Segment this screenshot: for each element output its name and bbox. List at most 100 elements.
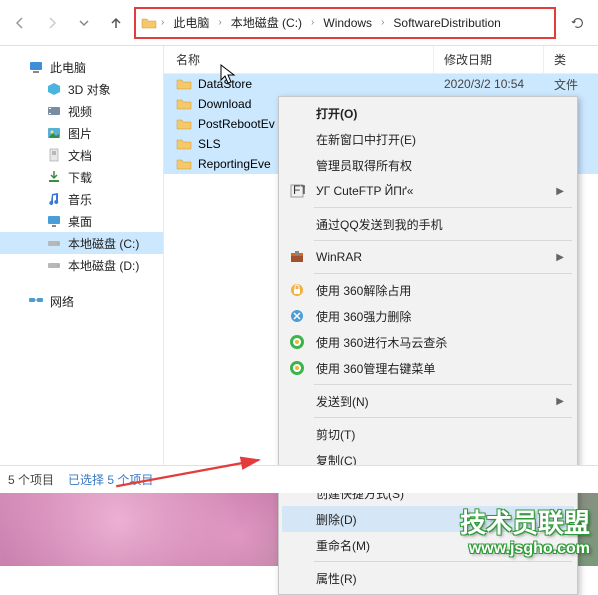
submenu-arrow-icon: ▶ (556, 252, 564, 263)
watermark-url: www.jsgho.com (460, 540, 590, 558)
nav-history-button[interactable] (70, 9, 98, 37)
sidebar-item-pictures[interactable]: 图片 (0, 122, 163, 144)
breadcrumb-segment[interactable]: 本地磁盘 (C:) (225, 12, 308, 33)
status-bar: 5 个项目 已选择 5 个项目 (0, 465, 598, 493)
folder-icon (176, 156, 192, 172)
file-name: Download (198, 97, 251, 111)
menu-item-send-to[interactable]: 发送到(N)▶ (282, 388, 574, 414)
cuteftp-icon: FTP (288, 182, 306, 200)
sidebar-item-label: 桌面 (68, 213, 92, 230)
column-header-date[interactable]: 修改日期 (434, 46, 544, 73)
status-selected-count: 已选择 5 个项目 (68, 471, 153, 488)
menu-item-360-unlock[interactable]: 使用 360解除占用 (282, 277, 574, 303)
menu-item-label: УГ CuteFTP ЙПґ« (316, 184, 413, 198)
picture-icon (46, 125, 62, 141)
menu-item-properties[interactable]: 属性(R) (282, 565, 574, 591)
menu-item-360-trojan-scan[interactable]: 使用 360进行木马云查杀 (282, 329, 574, 355)
breadcrumb-segment[interactable]: SoftwareDistribution (387, 14, 506, 32)
column-header-name[interactable]: 名称 (164, 46, 434, 73)
menu-item-label: 删除(D) (316, 511, 357, 528)
folder-icon (176, 96, 192, 112)
menu-separator (314, 384, 572, 385)
network-icon (28, 293, 44, 309)
sidebar-item-videos[interactable]: 视频 (0, 100, 163, 122)
toolbar: › 此电脑 › 本地磁盘 (C:) › Windows › SoftwareDi… (0, 0, 598, 46)
chevron-right-icon: › (380, 17, 385, 28)
3d-icon (46, 81, 62, 97)
nav-sidebar: 此电脑 3D 对象 视频 图片 文档 下载 音乐 桌面 本地磁盘 (C:) 本地… (0, 46, 164, 476)
menu-item-360-context-manage[interactable]: 使用 360管理右键菜单 (282, 355, 574, 381)
watermark: 技术员联盟 www.jsgho.com (460, 503, 590, 558)
menu-separator (314, 240, 572, 241)
menu-item-label: 重命名(M) (316, 537, 370, 554)
column-header-type[interactable]: 类 (544, 46, 598, 73)
nav-forward-button[interactable] (38, 9, 66, 37)
menu-item-open[interactable]: 打开(O) (282, 100, 574, 126)
sidebar-item-3d-objects[interactable]: 3D 对象 (0, 78, 163, 100)
sidebar-item-label: 音乐 (68, 191, 92, 208)
disk-icon (46, 257, 62, 273)
folder-icon (176, 136, 192, 152)
sidebar-item-label: 本地磁盘 (C:) (68, 235, 139, 252)
menu-separator (314, 561, 572, 562)
chevron-right-icon: › (217, 17, 222, 28)
file-type: 文件 (544, 76, 598, 93)
sidebar-item-label: 下载 (68, 169, 92, 186)
menu-item-qq-send[interactable]: 通过QQ发送到我的手机 (282, 211, 574, 237)
360-delete-icon (288, 307, 306, 325)
menu-item-360-force-delete[interactable]: 使用 360强力删除 (282, 303, 574, 329)
menu-item-label: 发送到(N) (316, 393, 369, 410)
sidebar-item-downloads[interactable]: 下载 (0, 166, 163, 188)
menu-item-label: 打开(O) (316, 105, 357, 122)
sidebar-item-label: 视频 (68, 103, 92, 120)
document-icon (46, 147, 62, 163)
pc-icon (28, 59, 44, 75)
breadcrumb-segment[interactable]: Windows (317, 14, 378, 32)
sidebar-item-desktop[interactable]: 桌面 (0, 210, 163, 232)
menu-item-winrar[interactable]: WinRAR▶ (282, 244, 574, 270)
360-shield-icon (288, 333, 306, 351)
submenu-arrow-icon: ▶ (556, 186, 564, 197)
sidebar-item-documents[interactable]: 文档 (0, 144, 163, 166)
sidebar-item-label: 本地磁盘 (D:) (68, 257, 139, 274)
menu-item-label: 使用 360解除占用 (316, 282, 411, 299)
music-icon (46, 191, 62, 207)
menu-item-label: 管理员取得所有权 (316, 157, 412, 174)
chevron-right-icon: › (160, 17, 165, 28)
menu-item-label: 通过QQ发送到我的手机 (316, 216, 443, 233)
column-headers: 名称 修改日期 类 (164, 46, 598, 74)
sidebar-item-label: 文档 (68, 147, 92, 164)
disk-icon (46, 235, 62, 251)
refresh-button[interactable] (564, 9, 592, 37)
sidebar-item-label: 3D 对象 (68, 81, 111, 98)
file-name: DataStore (198, 77, 252, 91)
sidebar-item-this-pc[interactable]: 此电脑 (0, 56, 163, 78)
sidebar-item-disk-d[interactable]: 本地磁盘 (D:) (0, 254, 163, 276)
breadcrumb-segment[interactable]: 此电脑 (167, 12, 215, 33)
status-item-count: 5 个项目 (8, 471, 54, 488)
folder-icon (176, 76, 192, 92)
menu-item-open-new-window[interactable]: 在新窗口中打开(E) (282, 126, 574, 152)
address-bar[interactable]: › 此电脑 › 本地磁盘 (C:) › Windows › SoftwareDi… (134, 7, 556, 39)
file-name: PostRebootEv (198, 117, 275, 131)
menu-item-label: 剪切(T) (316, 426, 355, 443)
360-menu-icon (288, 359, 306, 377)
360-lock-icon (288, 281, 306, 299)
file-date: 2020/3/2 10:54 (434, 77, 544, 91)
file-name: SLS (198, 137, 221, 151)
nav-up-button[interactable] (102, 9, 130, 37)
sidebar-item-music[interactable]: 音乐 (0, 188, 163, 210)
chevron-right-icon: › (310, 17, 315, 28)
menu-separator (314, 273, 572, 274)
menu-separator (314, 417, 572, 418)
file-row[interactable]: DataStore 2020/3/2 10:54文件 (164, 74, 598, 94)
nav-back-button[interactable] (6, 9, 34, 37)
menu-item-cuteftp[interactable]: FTP УГ CuteFTP ЙПґ« ▶ (282, 178, 574, 204)
svg-text:FTP: FTP (293, 183, 305, 197)
sidebar-item-disk-c[interactable]: 本地磁盘 (C:) (0, 232, 163, 254)
sidebar-item-network[interactable]: 网络 (0, 290, 163, 312)
menu-item-cut[interactable]: 剪切(T) (282, 421, 574, 447)
winrar-icon (288, 248, 306, 266)
watermark-title: 技术员联盟 (460, 503, 590, 540)
menu-item-admin-ownership[interactable]: 管理员取得所有权 (282, 152, 574, 178)
